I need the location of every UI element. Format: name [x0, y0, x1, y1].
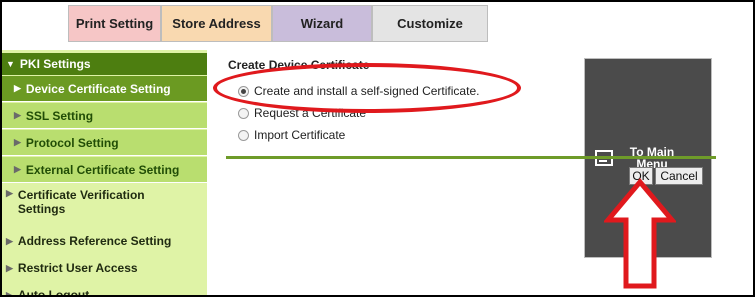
screenshot-frame: Print Setting Store Address Wizard Custo…: [0, 0, 755, 297]
triangle-right-icon: ▶: [6, 188, 13, 198]
triangle-right-icon: ▶: [14, 137, 21, 147]
tab-wizard[interactable]: Wizard: [272, 5, 372, 42]
sidebar-item-ssl-setting[interactable]: ▶ SSL Setting: [2, 103, 207, 129]
triangle-down-icon: ▼: [6, 59, 15, 69]
sidebar-item-device-certificate-setting[interactable]: ▶ Device Certificate Setting: [2, 76, 207, 102]
triangle-right-icon: ▶: [6, 262, 13, 273]
sidebar-item-label: PKI Settings: [19, 57, 91, 71]
sidebar-item-auto-logout[interactable]: ▶ Auto Logout: [2, 284, 207, 297]
sidebar-item-label: Restrict User Access: [17, 261, 138, 275]
sidebar-item-pki-settings[interactable]: ▼ PKI Settings: [2, 53, 207, 75]
sidebar-item-certificate-verification-settings[interactable]: ▶ Certificate Verification Settings: [2, 188, 207, 224]
sidebar-item-label: Protocol Setting: [25, 135, 119, 150]
tab-print-setting[interactable]: Print Setting: [68, 5, 161, 42]
triangle-right-icon: ▶: [6, 235, 13, 246]
section-divider: [226, 156, 716, 159]
sidebar-item-label: Device Certificate Setting: [25, 81, 171, 96]
radio-icon[interactable]: [238, 129, 249, 141]
sidebar-item-protocol-setting[interactable]: ▶ Protocol Setting: [2, 130, 207, 156]
sidebar-item-label: Auto Logout: [17, 288, 90, 297]
top-tab-bar: Print Setting Store Address Wizard Custo…: [2, 2, 753, 258]
up-arrow-icon: [604, 178, 676, 289]
sidebar: ▼ PKI Settings ▶ Device Certificate Sett…: [2, 50, 207, 297]
sidebar-item-label: Certificate Verification Settings: [17, 188, 145, 216]
sidebar-item-external-certificate-setting[interactable]: ▶ External Certificate Setting: [2, 157, 207, 183]
radio-icon[interactable]: [238, 107, 249, 119]
triangle-right-icon: ▶: [6, 289, 13, 297]
sidebar-item-label: SSL Setting: [25, 108, 94, 123]
triangle-right-icon: ▶: [14, 110, 21, 120]
sidebar-item-restrict-user-access[interactable]: ▶ Restrict User Access: [2, 257, 207, 279]
tab-store-address[interactable]: Store Address: [161, 5, 272, 42]
triangle-right-icon: ▶: [14, 164, 21, 174]
sidebar-item-label: External Certificate Setting: [25, 162, 180, 177]
sidebar-item-address-reference-setting[interactable]: ▶ Address Reference Setting: [2, 230, 207, 252]
triangle-right-icon: ▶: [14, 83, 21, 93]
highlight-ellipse: [213, 63, 521, 113]
option-import-certificate[interactable]: Import Certificate: [238, 128, 345, 142]
tab-customize[interactable]: Customize: [372, 5, 488, 42]
sidebar-item-label: Address Reference Setting: [17, 234, 172, 248]
option-label: Import Certificate: [254, 128, 346, 142]
